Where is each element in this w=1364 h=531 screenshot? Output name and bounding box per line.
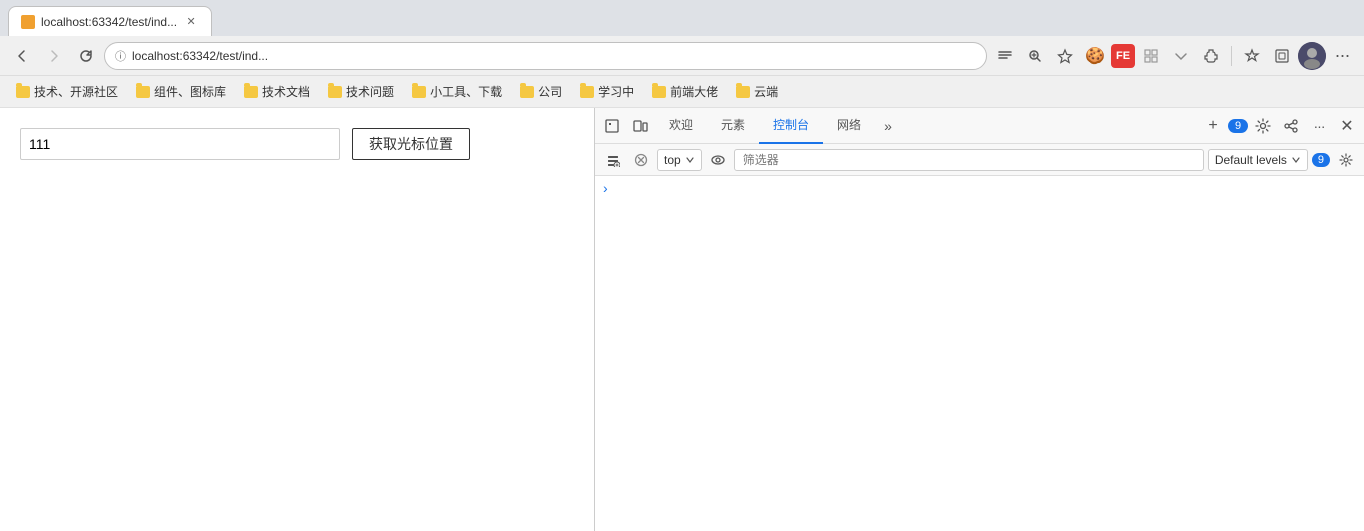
bookmark-item-9[interactable]: 云端	[728, 80, 786, 104]
history-button[interactable]	[1268, 42, 1296, 70]
console-clear-button[interactable]	[629, 148, 653, 172]
devtools-close-button[interactable]: ✕	[1334, 113, 1360, 139]
devtools-toolbar2: top Default levels 9	[595, 144, 1364, 176]
user-profile-button[interactable]	[1298, 42, 1326, 70]
console-prompt-arrow[interactable]: ›	[599, 178, 612, 198]
browser-window: localhost:63342/test/ind... ✕ ⓘ localhos…	[0, 0, 1364, 531]
bookmark-item-2[interactable]: 组件、图标库	[128, 80, 234, 104]
folder-icon	[520, 86, 534, 98]
folder-icon	[652, 86, 666, 98]
bookmark-label: 前端大佬	[670, 83, 718, 100]
cursor-position-input[interactable]	[20, 128, 340, 160]
devtools-console-content: ›	[595, 176, 1364, 531]
reload-button[interactable]	[72, 42, 100, 70]
bookmark-label: 技术问题	[346, 83, 394, 100]
tab-favicon	[21, 15, 35, 29]
bookmark-item-8[interactable]: 前端大佬	[644, 80, 726, 104]
console-badge: 9	[1228, 119, 1248, 133]
inspect-element-button[interactable]	[599, 113, 625, 139]
devtools-share-button[interactable]	[1278, 113, 1304, 139]
live-expressions-button[interactable]	[706, 148, 730, 172]
tab-console[interactable]: 控制台	[759, 108, 823, 144]
bookmark-item-7[interactable]: 学习中	[572, 80, 642, 104]
console-settings-button[interactable]	[1334, 148, 1358, 172]
folder-icon	[736, 86, 750, 98]
level-value: Default levels	[1215, 153, 1287, 167]
vcs-icon[interactable]	[1167, 42, 1195, 70]
address-text: localhost:63342/test/ind...	[132, 49, 976, 63]
menu-button[interactable]: ···	[1328, 42, 1356, 70]
cookie-icon[interactable]: 🍪	[1081, 42, 1109, 70]
log-level-selector[interactable]: Default levels	[1208, 149, 1308, 171]
bookmark-label: 学习中	[598, 83, 634, 100]
context-value: top	[664, 153, 681, 167]
folder-icon	[136, 86, 150, 98]
device-toolbar-button[interactable]	[627, 113, 653, 139]
tab-title: localhost:63342/test/ind...	[41, 15, 177, 29]
forward-button[interactable]	[40, 42, 68, 70]
devtools-right-controls: + 9 ··· ✕	[1200, 113, 1360, 139]
bookmark-item-4[interactable]: 技术问题	[320, 80, 402, 104]
bookmark-label: 组件、图标库	[154, 83, 226, 100]
folder-icon	[580, 86, 594, 98]
tab-close-button[interactable]: ✕	[183, 14, 199, 30]
get-cursor-position-button[interactable]: 获取光标位置	[352, 128, 470, 160]
folder-icon	[412, 86, 426, 98]
console-count-badge: 9	[1312, 153, 1330, 167]
add-tab-button[interactable]: +	[1200, 113, 1226, 139]
page-content: 获取光标位置	[0, 108, 594, 531]
bookmark-label: 技术、开源社区	[34, 83, 118, 100]
favorites-button[interactable]	[1238, 42, 1266, 70]
address-bar[interactable]: ⓘ localhost:63342/test/ind...	[104, 42, 987, 70]
bookmarks-bar: 技术、开源社区 组件、图标库 技术文档 技术问题 小工具、下载 公司 学习中	[0, 76, 1364, 108]
devtools-toolbar: 欢迎 元素 控制台 网络 » + 9	[595, 108, 1364, 144]
context-selector[interactable]: top	[657, 149, 702, 171]
browser-tab[interactable]: localhost:63342/test/ind... ✕	[8, 6, 212, 36]
main-area: 获取光标位置 欢迎 元素	[0, 108, 1364, 531]
bookmark-item-5[interactable]: 小工具、下载	[404, 80, 510, 104]
folder-icon	[244, 86, 258, 98]
navigation-bar: ⓘ localhost:63342/test/ind... 🍪 FE	[0, 36, 1364, 76]
fe-extension-icon[interactable]: FE	[1111, 44, 1135, 68]
grid-extension-icon[interactable]	[1137, 42, 1165, 70]
bookmark-label: 技术文档	[262, 83, 310, 100]
tab-network[interactable]: 网络	[823, 108, 875, 144]
devtools-more-button[interactable]: ···	[1306, 113, 1332, 139]
read-mode-button[interactable]	[991, 42, 1019, 70]
security-icon: ⓘ	[115, 48, 126, 64]
console-filter-input[interactable]	[734, 149, 1204, 171]
more-tabs-button[interactable]: »	[875, 113, 901, 139]
extensions-icon[interactable]	[1197, 42, 1225, 70]
bookmark-label: 公司	[538, 83, 562, 100]
bookmark-item-1[interactable]: 技术、开源社区	[8, 80, 126, 104]
tab-elements[interactable]: 元素	[707, 108, 759, 144]
bookmark-item-6[interactable]: 公司	[512, 80, 570, 104]
bookmark-label: 小工具、下载	[430, 83, 502, 100]
zoom-button[interactable]	[1021, 42, 1049, 70]
devtools-panel: 欢迎 元素 控制台 网络 » + 9	[594, 108, 1364, 531]
devtools-settings-button[interactable]	[1250, 113, 1276, 139]
tab-bar: localhost:63342/test/ind... ✕	[0, 0, 1364, 36]
back-button[interactable]	[8, 42, 36, 70]
bookmark-item-3[interactable]: 技术文档	[236, 80, 318, 104]
bookmark-label: 云端	[754, 83, 778, 100]
clear-console-button[interactable]	[601, 148, 625, 172]
star-button[interactable]	[1051, 42, 1079, 70]
folder-icon	[16, 86, 30, 98]
devtools-tabs: 欢迎 元素 控制台 网络 »	[655, 108, 1198, 144]
folder-icon	[328, 86, 342, 98]
nav-right-icons: 🍪 FE ···	[991, 42, 1356, 70]
tab-welcome[interactable]: 欢迎	[655, 108, 707, 144]
